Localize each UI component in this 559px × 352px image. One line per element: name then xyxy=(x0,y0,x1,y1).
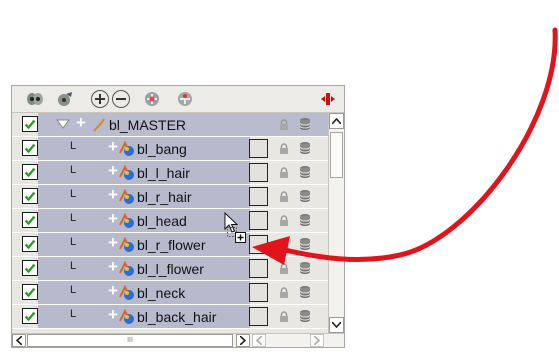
red-arrow-annotation xyxy=(252,27,558,265)
